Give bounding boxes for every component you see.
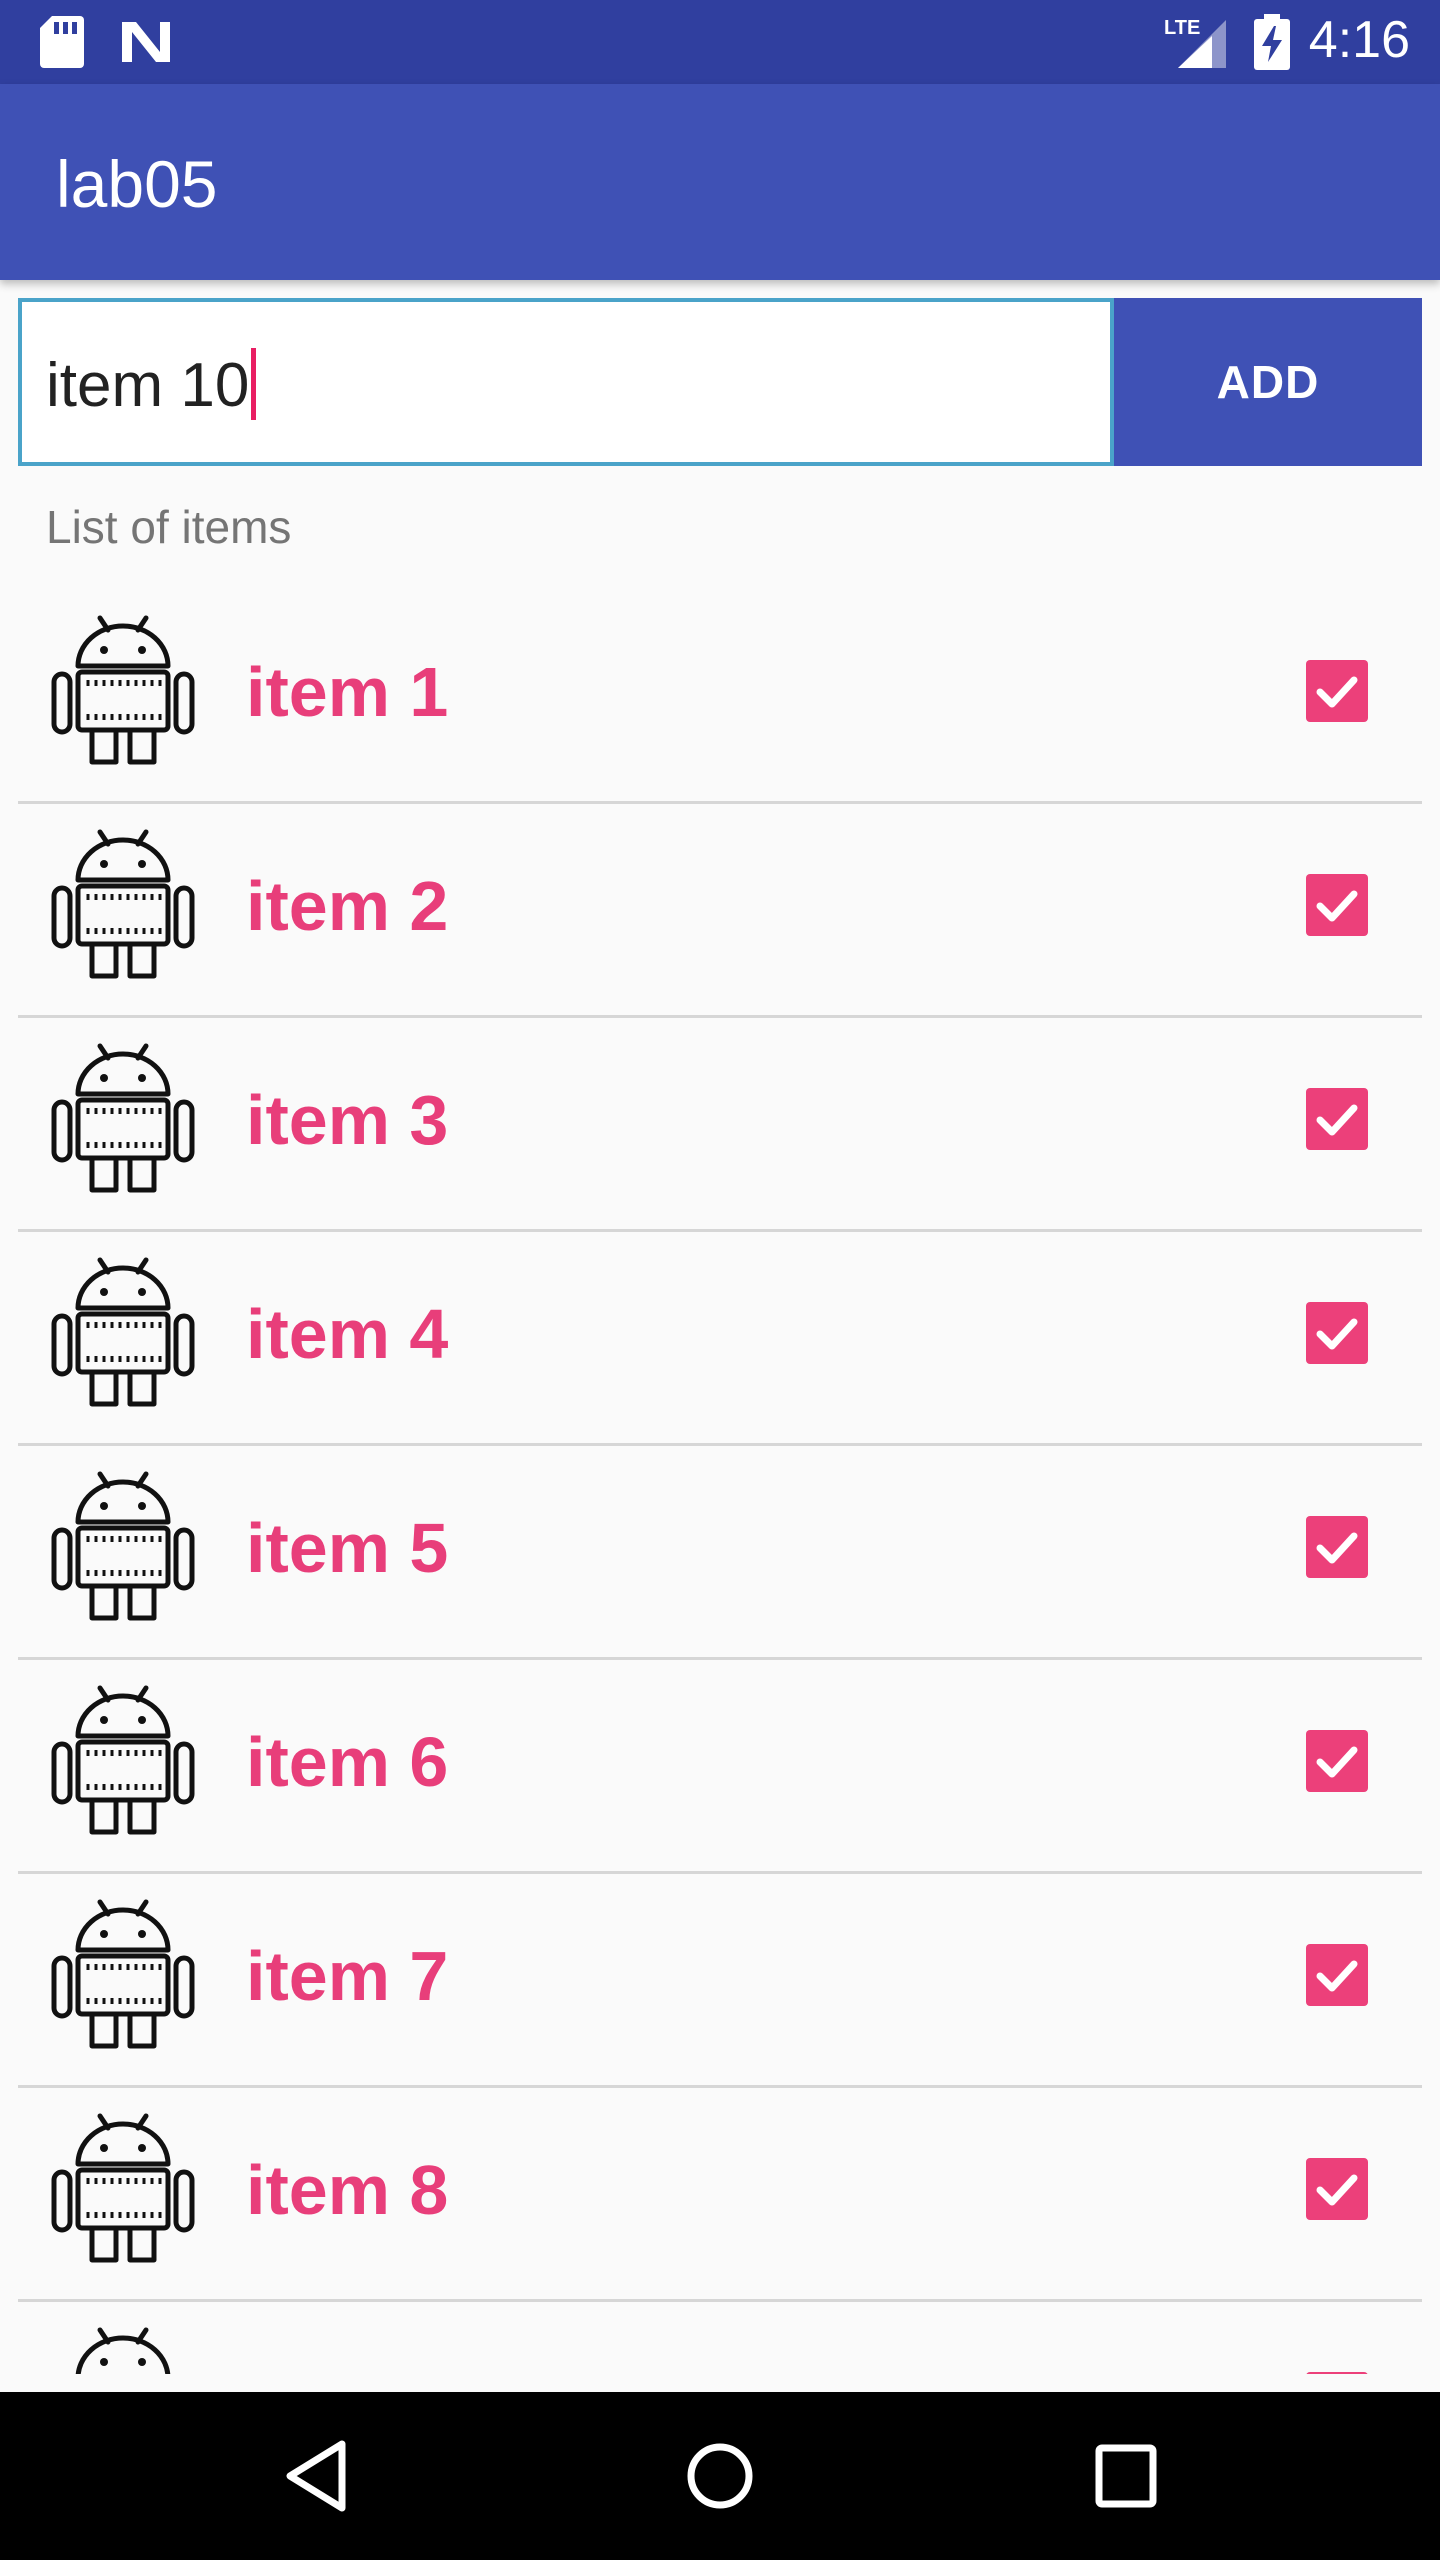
item-checkbox[interactable] bbox=[1306, 2372, 1368, 2374]
android-icon bbox=[48, 828, 198, 984]
check-icon bbox=[1316, 676, 1358, 708]
n-notification-icon bbox=[122, 22, 170, 62]
item-label: item 6 bbox=[246, 1723, 449, 1801]
list-item[interactable]: item 3 bbox=[18, 1018, 1422, 1232]
input-row: item 10 ADD bbox=[18, 298, 1422, 466]
item-label: item 4 bbox=[246, 1295, 449, 1373]
item-checkbox[interactable] bbox=[1306, 1944, 1368, 2006]
item-text-input-value: item 10 bbox=[46, 351, 250, 420]
check-icon bbox=[1316, 1532, 1358, 1564]
svg-text:LTE: LTE bbox=[1164, 17, 1200, 39]
list-header: List of items bbox=[46, 501, 292, 553]
android-icon bbox=[48, 1470, 198, 1626]
check-icon bbox=[1316, 2174, 1358, 2206]
list-item[interactable]: item 7 bbox=[18, 1874, 1422, 2088]
android-icon bbox=[48, 1684, 198, 1840]
item-label: item 7 bbox=[246, 1937, 449, 2015]
add-button[interactable]: ADD bbox=[1114, 298, 1422, 466]
list-item[interactable]: item 8 bbox=[18, 2088, 1422, 2302]
item-label: item 5 bbox=[246, 1509, 449, 1587]
status-clock: 4:16 bbox=[1308, 11, 1410, 69]
item-label: item 1 bbox=[246, 653, 449, 731]
list-item[interactable]: item 6 bbox=[18, 1660, 1422, 1874]
item-checkbox[interactable] bbox=[1306, 1302, 1368, 1364]
android-icon bbox=[48, 2112, 198, 2268]
list-item[interactable]: item 2 bbox=[18, 804, 1422, 1018]
android-icon bbox=[48, 2326, 198, 2374]
home-icon[interactable] bbox=[684, 2436, 756, 2516]
item-label: item 3 bbox=[246, 1081, 449, 1159]
lte-signal-icon: LTE bbox=[1164, 17, 1226, 68]
navigation-bar bbox=[0, 2392, 1440, 2560]
android-icon bbox=[48, 1256, 198, 1412]
status-bar: LTE 4:16 bbox=[0, 0, 1440, 84]
item-checkbox[interactable] bbox=[1306, 874, 1368, 936]
item-checkbox[interactable] bbox=[1306, 1516, 1368, 1578]
item-label: item 2 bbox=[246, 867, 449, 945]
check-icon bbox=[1306, 2372, 1368, 2374]
item-checkbox[interactable] bbox=[1306, 1730, 1368, 1792]
check-icon bbox=[1316, 890, 1358, 922]
add-button-label: ADD bbox=[1216, 356, 1320, 408]
android-icon bbox=[48, 614, 198, 770]
check-icon bbox=[1316, 1746, 1358, 1778]
sd-card-icon bbox=[40, 16, 84, 68]
item-text-input[interactable]: item 10 bbox=[18, 298, 1114, 466]
items-list[interactable]: item 1 item 2 item 3 item 4 item 5 item … bbox=[0, 590, 1440, 2374]
recents-icon[interactable] bbox=[1094, 2436, 1158, 2516]
app-bar: lab05 bbox=[0, 84, 1440, 280]
android-icon bbox=[48, 1898, 198, 2054]
check-icon bbox=[1316, 1318, 1358, 1350]
check-icon bbox=[1316, 1104, 1358, 1136]
list-item[interactable]: item 1 bbox=[18, 590, 1422, 804]
list-item[interactable] bbox=[18, 2302, 1422, 2374]
check-icon bbox=[1316, 1960, 1358, 1992]
app-title: lab05 bbox=[56, 147, 218, 221]
back-icon[interactable] bbox=[282, 2436, 352, 2516]
text-caret bbox=[251, 348, 257, 420]
list-item[interactable]: item 4 bbox=[18, 1232, 1422, 1446]
battery-charging-icon bbox=[1254, 14, 1290, 70]
item-checkbox[interactable] bbox=[1306, 1088, 1368, 1150]
list-item[interactable]: item 5 bbox=[18, 1446, 1422, 1660]
item-checkbox[interactable] bbox=[1306, 660, 1368, 722]
item-label: item 8 bbox=[246, 2151, 449, 2229]
android-icon bbox=[48, 1042, 198, 1198]
item-checkbox[interactable] bbox=[1306, 2158, 1368, 2220]
